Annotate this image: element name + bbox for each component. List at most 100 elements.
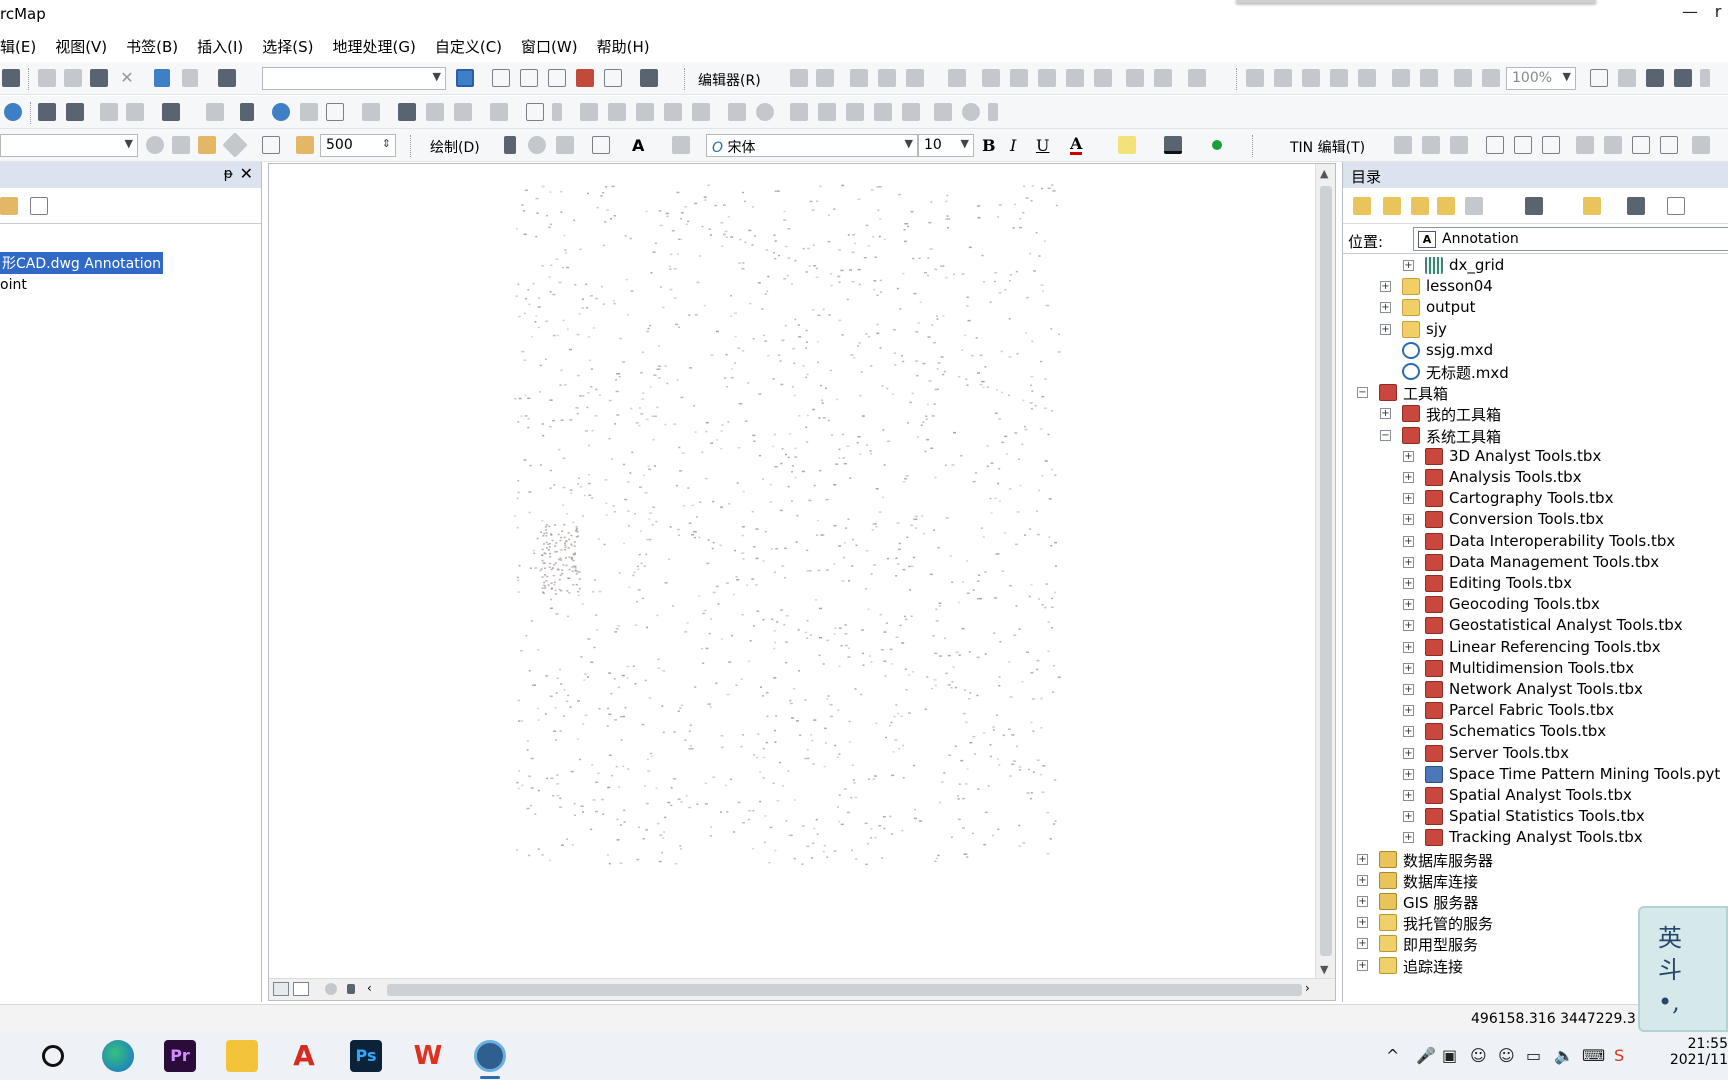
forward-icon[interactable] [1383,197,1401,215]
underline-button[interactable]: U [1036,136,1049,155]
topology-edit-icon[interactable] [790,103,808,121]
photoshop-icon[interactable]: Ps [350,1040,382,1072]
menu-bookmarks[interactable]: 书签(B) [126,30,188,60]
editor-toolbar-icon[interactable] [456,69,474,87]
expand-icon[interactable]: + [1403,556,1414,568]
expand-icon[interactable]: + [1403,620,1414,632]
catalog-tree-item[interactable]: + Editing Tools.tbx [1343,574,1728,594]
identify-icon[interactable] [272,103,290,121]
tray-app-icon[interactable]: ▣ [1442,1046,1457,1065]
home-icon[interactable] [1437,197,1455,215]
expand-icon[interactable]: + [1357,959,1368,971]
catalog-tree-item[interactable]: − 工具箱 [1343,383,1728,403]
menu-customize[interactable]: 自定义(C) [435,30,512,60]
arcmap-icon[interactable] [474,1040,506,1072]
catalog-tree-item[interactable]: + dx_grid [1343,256,1728,276]
undo-icon[interactable] [154,69,170,87]
restore-button[interactable]: r [1708,2,1728,24]
drawing-menu[interactable]: 绘制(D) [430,137,480,157]
contrast-icon[interactable] [146,136,164,154]
measure-icon[interactable] [362,103,380,121]
cut-icon[interactable] [38,69,56,87]
spinner-icon[interactable]: ⇕ [382,137,391,150]
straight-segment-icon[interactable] [850,69,868,87]
premiere-icon[interactable]: Pr [164,1040,196,1072]
editor-menu[interactable]: 编辑器(R) [698,70,761,90]
tin-flip-icon[interactable] [1542,136,1560,154]
zoom-percent-combo[interactable]: 100% ▼ [1506,67,1576,90]
qq-alt-icon[interactable]: ☺ [1498,1046,1515,1065]
expand-icon[interactable]: + [1357,853,1368,865]
zoom-100-icon[interactable] [1358,69,1376,87]
tin-clip-icon[interactable] [1660,136,1678,154]
catalog-tree-item[interactable]: +3D Analyst Tools.tbx [1343,447,1728,467]
find-icon[interactable] [398,103,416,121]
expand-icon[interactable]: + [1403,790,1414,801]
catalog-tree-item[interactable]: + output [1343,298,1728,318]
tin-breakline-icon[interactable] [1450,136,1468,154]
catalog-tree-item[interactable]: + Cartography Tools.tbx [1343,489,1728,509]
scroll-left-icon[interactable]: ‹ [367,981,372,995]
menu-selection[interactable]: 选择(S) [262,30,323,60]
shared-features-icon[interactable] [934,103,952,121]
zoom-to-selected-icon[interactable] [556,136,574,154]
edit-tool-icon[interactable] [790,69,808,87]
qq-icon[interactable]: ☺ [1470,1046,1487,1065]
up-one-level-icon[interactable] [1411,197,1429,215]
tin-edit-icon[interactable] [1394,136,1412,154]
error-inspector-icon[interactable] [962,103,980,121]
copy-icon[interactable] [64,69,82,87]
find-route-icon[interactable] [426,103,444,121]
catalog-window-icon[interactable] [492,69,510,87]
topology-errors-icon[interactable] [846,103,864,121]
fixed-zoom-out-icon[interactable] [1420,69,1438,87]
menu-view[interactable]: 视图(V) [55,30,117,60]
redo-icon[interactable] [182,69,198,87]
zoom-out-fixed-icon[interactable] [1274,69,1292,87]
tin-options-icon[interactable] [1692,136,1710,154]
create-viewer-window-icon[interactable] [526,103,544,121]
collapse-icon[interactable]: − [1357,387,1368,399]
validate-topology-icon[interactable] [902,103,920,121]
catalog-tree-item[interactable]: + Geostatistical Analyst Tools.tbx [1343,616,1728,636]
fixed-zoom-out-icon[interactable] [66,103,84,121]
tree-view-icon[interactable] [1627,197,1645,215]
expand-icon[interactable]: + [1357,938,1368,950]
search-window-icon[interactable] [520,69,538,87]
tray-overflow-icon[interactable]: ^ [1386,1046,1399,1065]
catalog-tree-item[interactable]: + Schematics Tools.tbx [1343,722,1728,742]
back-icon[interactable] [1353,197,1371,215]
go-forward-icon[interactable] [126,103,144,121]
data-view-icon[interactable] [273,982,289,996]
reference-scale-icon[interactable] [296,136,314,154]
connect-folder-icon[interactable] [1465,197,1483,215]
notification-app-icon[interactable]: S [1614,1046,1624,1065]
fill-color-icon[interactable] [1118,136,1136,154]
effects-icon[interactable] [262,136,280,154]
edit-vertices-icon[interactable] [982,69,1000,87]
focus-data-frame-icon[interactable] [1618,69,1636,87]
toolbar-overflow-icon[interactable] [552,103,562,121]
midpoint-icon[interactable] [948,69,966,87]
sketch-icon[interactable] [728,103,746,121]
menu-help[interactable]: 帮助(H) [597,30,660,60]
fix-topology-icon[interactable] [874,103,892,121]
toolbox-icon[interactable] [576,69,594,87]
georef-icon[interactable] [580,103,598,121]
catalog-tree-item[interactable]: + Spatial Statistics Tools.tbx [1343,807,1728,827]
expand-icon[interactable]: + [1403,747,1414,759]
rectangle-icon[interactable] [592,136,610,154]
tin-select-icon[interactable] [1632,136,1650,154]
catalog-tree-item[interactable]: + Multidimension Tools.tbx [1343,659,1728,679]
change-layout-icon[interactable] [1646,69,1664,87]
catalog-tree-item[interactable]: − 系统工具箱 [1343,426,1728,446]
select-elements-icon[interactable] [240,103,254,121]
expand-icon[interactable]: + [1403,535,1414,547]
forward-extent-icon[interactable] [1482,69,1500,87]
catalog-tree-item[interactable]: 无标题.mxd [1343,362,1728,382]
rotate-element-icon[interactable] [528,136,546,154]
text-tool-icon[interactable]: A [632,136,644,155]
menu-geoprocessing[interactable]: 地理处理(G) [333,30,426,60]
expand-icon[interactable]: + [1403,811,1414,823]
edge-icon[interactable] [102,1040,134,1072]
